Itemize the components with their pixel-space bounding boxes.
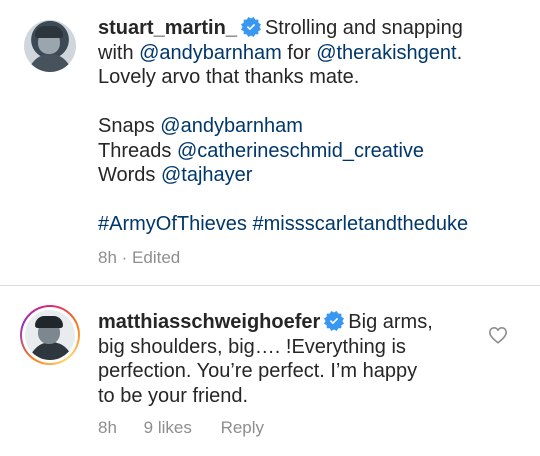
comment-text: .	[456, 41, 463, 64]
comment-timestamp[interactable]: 8h	[98, 248, 117, 267]
edited-label: Edited	[132, 248, 181, 267]
comment-line: matthiasschweighoefer Big arms,	[98, 310, 433, 335]
comment-text: Strolling and snapping	[264, 17, 463, 39]
likes-count[interactable]: 9 likes	[144, 418, 192, 437]
comment-text: Snaps	[98, 115, 161, 137]
comment-line: to be your friend.	[98, 384, 433, 409]
comment-body-1: stuart_martin_ Strolling and snapping wit…	[98, 16, 468, 237]
hashtag-link[interactable]: #missscarletandtheduke	[253, 213, 469, 235]
comment-text: perfection. You’re perfect. I’m happy	[98, 360, 418, 382]
comment-line: #ArmyOfThieves #missscarletandtheduke	[98, 212, 468, 237]
comment-meta-2: 8h 9 likes Reply	[98, 418, 264, 438]
comment-line: Snaps @andybarnham	[98, 114, 468, 139]
comment-divider	[0, 285, 540, 286]
comment-text: with	[98, 41, 140, 64]
comment-line: Threads @catherineschmid_creative	[98, 139, 468, 164]
comment-text: for	[281, 41, 317, 64]
verified-badge-icon	[240, 17, 261, 37]
mention-link[interactable]: @therakishgent	[316, 42, 456, 64]
avatar-stuart-martin[interactable]	[24, 20, 76, 72]
comment-meta-1: 8h · Edited	[98, 248, 180, 268]
comment-body-2: matthiasschweighoefer Big arms, big shoul…	[98, 310, 433, 408]
reply-button[interactable]: Reply	[221, 418, 264, 437]
comment-line: perfection. You’re perfect. I’m happy	[98, 359, 433, 384]
comment-text: Words	[98, 164, 161, 186]
comment-text: Lovely arvo that thanks mate.	[98, 66, 360, 88]
heart-outline-icon[interactable]	[488, 326, 508, 344]
mention-link[interactable]: @catherineschmid_creative	[177, 140, 424, 162]
comment-text: Threads	[98, 139, 177, 162]
comment-line: big shoulders, big…. !Everything is	[98, 335, 433, 360]
comment-line: with @andybarnham for @therakishgent.	[98, 41, 468, 66]
comment-text: to be your friend.	[98, 384, 249, 407]
mention-link[interactable]: @andybarnham	[160, 115, 303, 137]
comment-text: big shoulders, big…. !Everything is	[98, 335, 406, 358]
mention-link[interactable]: @tajhayer	[161, 164, 252, 186]
verified-badge-icon	[324, 311, 345, 331]
avatar-image	[25, 310, 75, 360]
comment-timestamp[interactable]: 8h	[98, 418, 117, 437]
meta-separator: ·	[121, 248, 133, 267]
comment-line: stuart_martin_ Strolling and snapping	[98, 16, 468, 41]
story-ring	[20, 305, 80, 365]
avatar-matthiasschweighoefer[interactable]	[20, 305, 80, 365]
comment-line: Lovely arvo that thanks mate.	[98, 65, 468, 90]
avatar-image	[24, 20, 76, 72]
comment-line: Words @tajhayer	[98, 163, 468, 188]
hashtag-link[interactable]: #ArmyOfThieves	[98, 213, 247, 235]
username-link[interactable]: stuart_martin_	[98, 17, 237, 39]
comment-text: Big arms,	[348, 311, 433, 333]
mention-link[interactable]: @andybarnham	[139, 42, 282, 64]
username-link[interactable]: matthiasschweighoefer	[98, 311, 320, 333]
